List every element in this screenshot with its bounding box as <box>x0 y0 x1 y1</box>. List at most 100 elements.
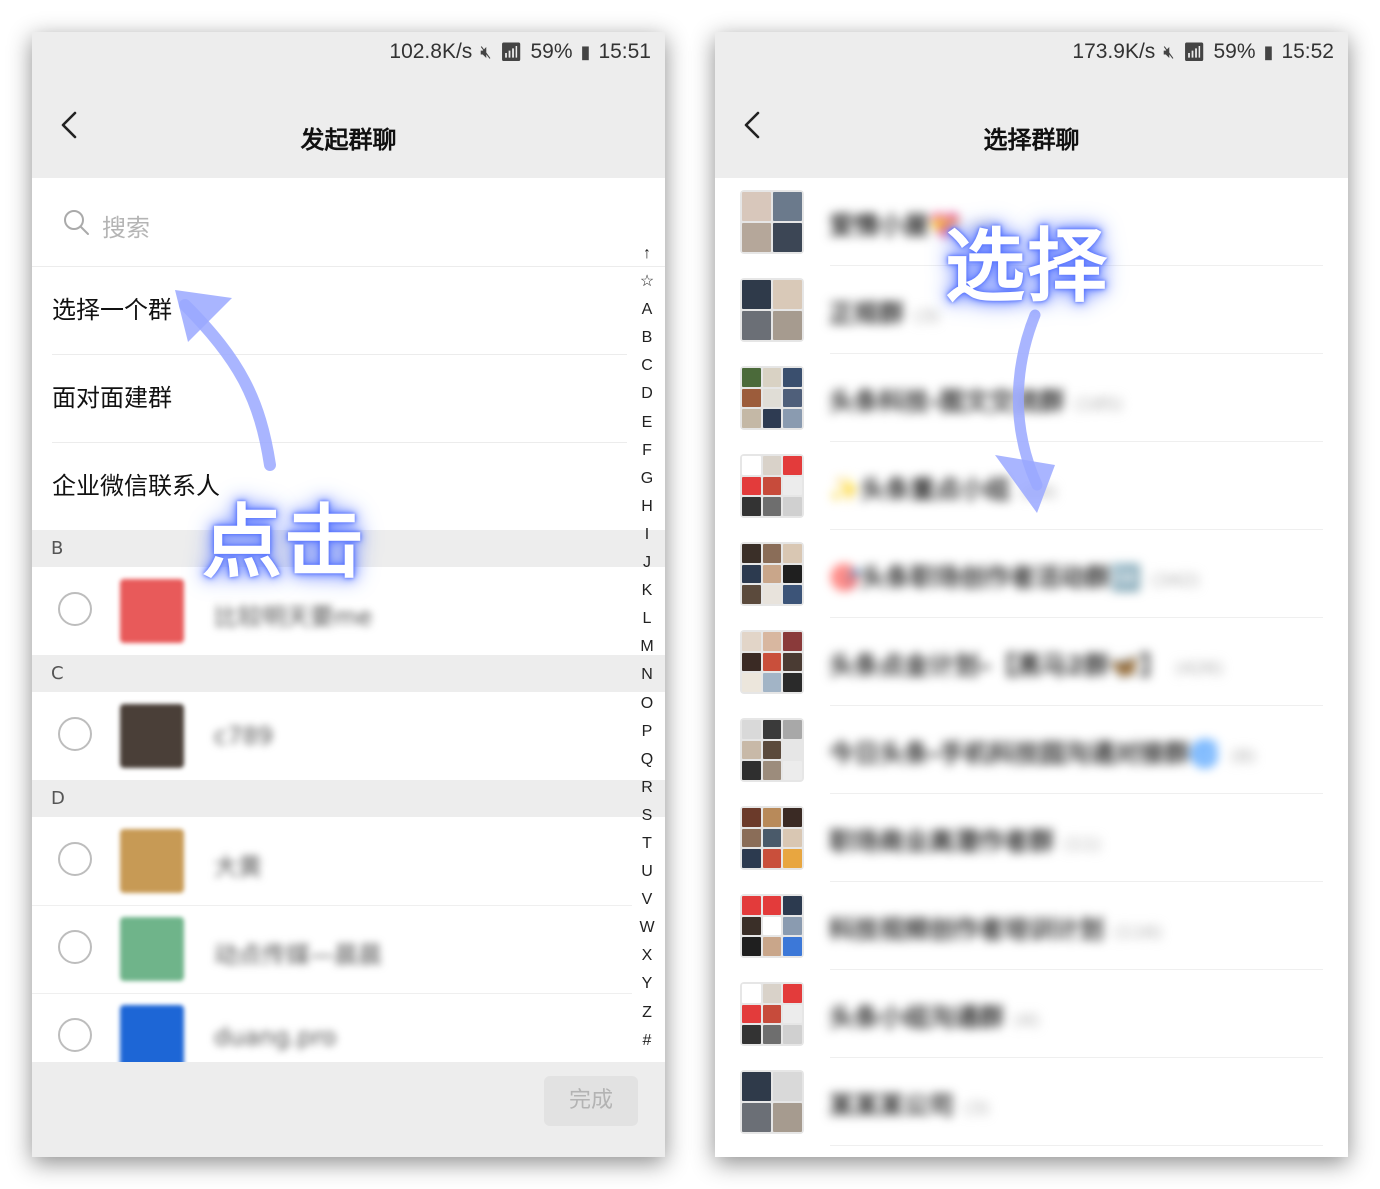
index-letter[interactable]: Q <box>632 746 662 774</box>
index-letter[interactable]: G <box>632 465 662 493</box>
member-avatar-tile <box>783 544 802 563</box>
member-avatar-tile <box>783 632 802 651</box>
group-row[interactable]: 头条小组沟通群 (4) <box>715 970 1348 1058</box>
group-member-count: (3) <box>914 306 940 327</box>
network-speed: 102.8K/s <box>389 40 473 63</box>
index-letter[interactable]: N <box>632 661 662 689</box>
group-row[interactable]: 科技视频创作者培训计划 (116) <box>715 882 1348 970</box>
group-row[interactable]: 职场商业高潜作者群 (11) <box>715 794 1348 882</box>
index-letter[interactable]: C <box>632 352 662 380</box>
member-avatar-tile <box>762 761 782 780</box>
index-letter[interactable]: E <box>632 409 662 437</box>
select-radio[interactable] <box>58 842 92 876</box>
group-member-count: (116) <box>1114 922 1163 943</box>
bottom-bar: 完成 <box>32 1062 665 1157</box>
select-radio[interactable] <box>58 930 92 964</box>
avatar <box>120 1005 184 1069</box>
index-letter[interactable]: D <box>632 380 662 408</box>
group-name-text: 头条小组沟通群 <box>829 1003 1005 1032</box>
alphabet-index-bar[interactable]: ↑ ☆ A B C D E F G H I J K L M N O P Q R S T U V W X Y Z # <box>632 240 662 1055</box>
search-bar[interactable]: 搜索 <box>32 178 665 267</box>
contact-row[interactable]: c789 <box>32 692 632 781</box>
group-avatar <box>740 366 804 430</box>
member-avatar-tile <box>742 652 761 672</box>
select-a-group-item[interactable]: 选择一个群 <box>52 266 627 355</box>
member-avatar-tile <box>773 1072 802 1101</box>
select-annotation-label: 选择 <box>945 220 1109 313</box>
network-speed: 173.9K/s <box>1072 40 1156 63</box>
index-letter[interactable]: ↑ <box>632 240 662 268</box>
select-radio[interactable] <box>58 717 92 751</box>
index-letter[interactable]: W <box>632 914 662 942</box>
index-letter[interactable]: # <box>632 1027 662 1055</box>
index-letter[interactable]: X <box>632 942 662 970</box>
index-letter[interactable]: I <box>632 521 662 549</box>
avatar <box>120 917 184 981</box>
group-avatar <box>740 190 804 254</box>
member-avatar-tile <box>742 1072 771 1101</box>
index-letter[interactable]: P <box>632 718 662 746</box>
index-letter[interactable]: Y <box>632 970 662 998</box>
member-avatar-tile <box>742 916 761 936</box>
group-row[interactable]: 🎯头条职场创作者活动群🆗 (342) <box>715 530 1348 618</box>
member-avatar-tile <box>742 497 761 516</box>
contact-row[interactable]: 动点传媒—晨晨 <box>32 905 632 994</box>
group-row[interactable]: 今日头条-手机科技园沟通对接群🌀 (8) <box>715 706 1348 794</box>
index-letter[interactable]: J <box>632 549 662 577</box>
member-avatar-tile <box>742 476 761 496</box>
member-avatar-tile <box>762 388 782 408</box>
search-icon <box>64 210 89 235</box>
group-avatar <box>740 982 804 1046</box>
battery-icon: ▮ <box>1263 41 1274 62</box>
group-name-text: 科技视频创作者培训计划 <box>829 915 1105 944</box>
avatar <box>120 829 184 893</box>
contact-row[interactable]: 大黄 <box>32 817 632 906</box>
search-input[interactable]: 搜索 <box>102 208 150 243</box>
index-letter[interactable]: K <box>632 577 662 605</box>
index-letter[interactable]: B <box>632 324 662 352</box>
member-avatar-tile <box>742 192 771 221</box>
member-avatar-tile <box>783 497 802 516</box>
index-letter[interactable]: H <box>632 493 662 521</box>
index-letter[interactable]: ☆ <box>632 268 662 296</box>
member-avatar-tile <box>762 740 782 760</box>
index-letter[interactable]: O <box>632 690 662 718</box>
member-avatar-tile <box>762 828 782 848</box>
group-row[interactable]: 一家三口(3) <box>715 1146 1348 1157</box>
select-radio[interactable] <box>58 1018 92 1052</box>
section-header-c: C <box>32 655 665 692</box>
member-avatar-tile <box>742 585 761 604</box>
member-avatar-tile <box>742 1103 771 1132</box>
index-letter[interactable]: F <box>632 437 662 465</box>
done-button[interactable]: 完成 <box>544 1076 638 1126</box>
group-member-count: (11) <box>1064 834 1101 855</box>
index-letter[interactable]: U <box>632 858 662 886</box>
group-name-text: 头条点金计划–【黑马2群🦋】 <box>829 651 1166 680</box>
member-avatar-tile <box>762 632 782 651</box>
member-avatar-tile <box>783 564 802 584</box>
index-letter[interactable]: M <box>632 633 662 661</box>
index-letter[interactable]: T <box>632 830 662 858</box>
member-avatar-tile <box>742 456 761 475</box>
index-letter[interactable]: S <box>632 802 662 830</box>
index-letter[interactable]: V <box>632 886 662 914</box>
member-avatar-tile <box>762 476 782 496</box>
member-avatar-tile <box>762 808 782 827</box>
member-avatar-tile <box>783 849 802 868</box>
group-name: 科技视频创作者培训计划 (116) <box>829 910 1162 946</box>
index-letter[interactable]: Z <box>632 999 662 1027</box>
member-avatar-tile <box>742 409 761 428</box>
member-avatar-tile <box>762 564 782 584</box>
group-row[interactable]: 某某某公司 (3) <box>715 1058 1348 1146</box>
member-avatar-tile <box>742 632 761 651</box>
group-row[interactable]: 头条点金计划–【黑马2群🦋】 (426) <box>715 618 1348 706</box>
select-radio[interactable] <box>58 592 92 626</box>
index-letter[interactable]: L <box>632 605 662 633</box>
member-avatar-tile <box>742 808 761 827</box>
face-to-face-group-item[interactable]: 面对面建群 <box>52 354 627 443</box>
index-letter[interactable]: A <box>632 296 662 324</box>
wifi-signal-icon: 📶︎ <box>1182 41 1206 62</box>
member-avatar-tile <box>762 673 782 692</box>
member-avatar-tile <box>742 1004 761 1024</box>
index-letter[interactable]: R <box>632 774 662 802</box>
